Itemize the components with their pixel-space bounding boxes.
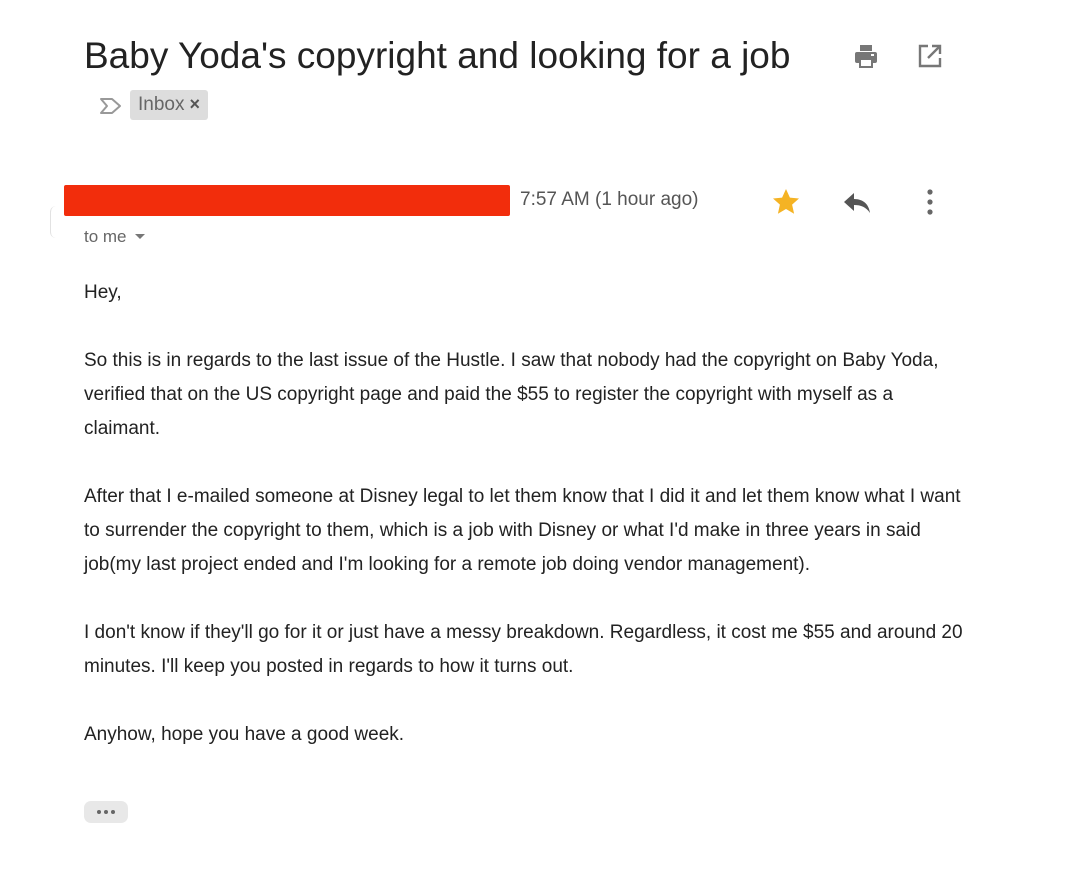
- more-options-icon[interactable]: [918, 186, 942, 218]
- body-greeting: Hey,: [84, 282, 122, 303]
- ellipsis-dot: [111, 810, 115, 814]
- message-timestamp: 7:57 AM (1 hour ago): [520, 189, 699, 210]
- body-closing: Anyhow, hope you have a good week.: [84, 724, 405, 745]
- recipient-details-toggle[interactable]: to me: [84, 225, 145, 249]
- email-subject-header: Baby Yoda's copyright and looking for a …: [84, 30, 824, 134]
- ellipsis-dot: [97, 810, 101, 814]
- show-trimmed-content-button[interactable]: [84, 801, 128, 823]
- message-body: Hey, So this is in regards to the last i…: [84, 276, 964, 752]
- sender-name-redacted: [64, 185, 510, 216]
- label-arrow-icon[interactable]: [98, 96, 124, 116]
- printer-icon[interactable]: [852, 42, 880, 70]
- body-paragraph: After that I e-mailed someone at Disney …: [84, 486, 961, 575]
- body-paragraph: I don't know if they'll go for it or jus…: [84, 622, 963, 677]
- caret-down-icon: [134, 234, 145, 240]
- open-in-new-window-icon[interactable]: [916, 42, 944, 70]
- email-view: Baby Yoda's copyright and looking for a …: [0, 0, 1084, 882]
- inbox-label-chip: Inbox ×: [130, 90, 208, 121]
- body-paragraph: So this is in regards to the last issue …: [84, 350, 939, 439]
- email-subject: Baby Yoda's copyright and looking for a …: [84, 35, 791, 76]
- panel-edge-divider: [50, 206, 57, 238]
- inbox-label-text: Inbox: [138, 94, 185, 116]
- remove-label-button[interactable]: ×: [189, 94, 200, 114]
- recipient-label: to me: [84, 227, 127, 246]
- reply-icon[interactable]: [841, 188, 873, 216]
- star-icon[interactable]: [771, 187, 801, 217]
- ellipsis-dot: [104, 810, 108, 814]
